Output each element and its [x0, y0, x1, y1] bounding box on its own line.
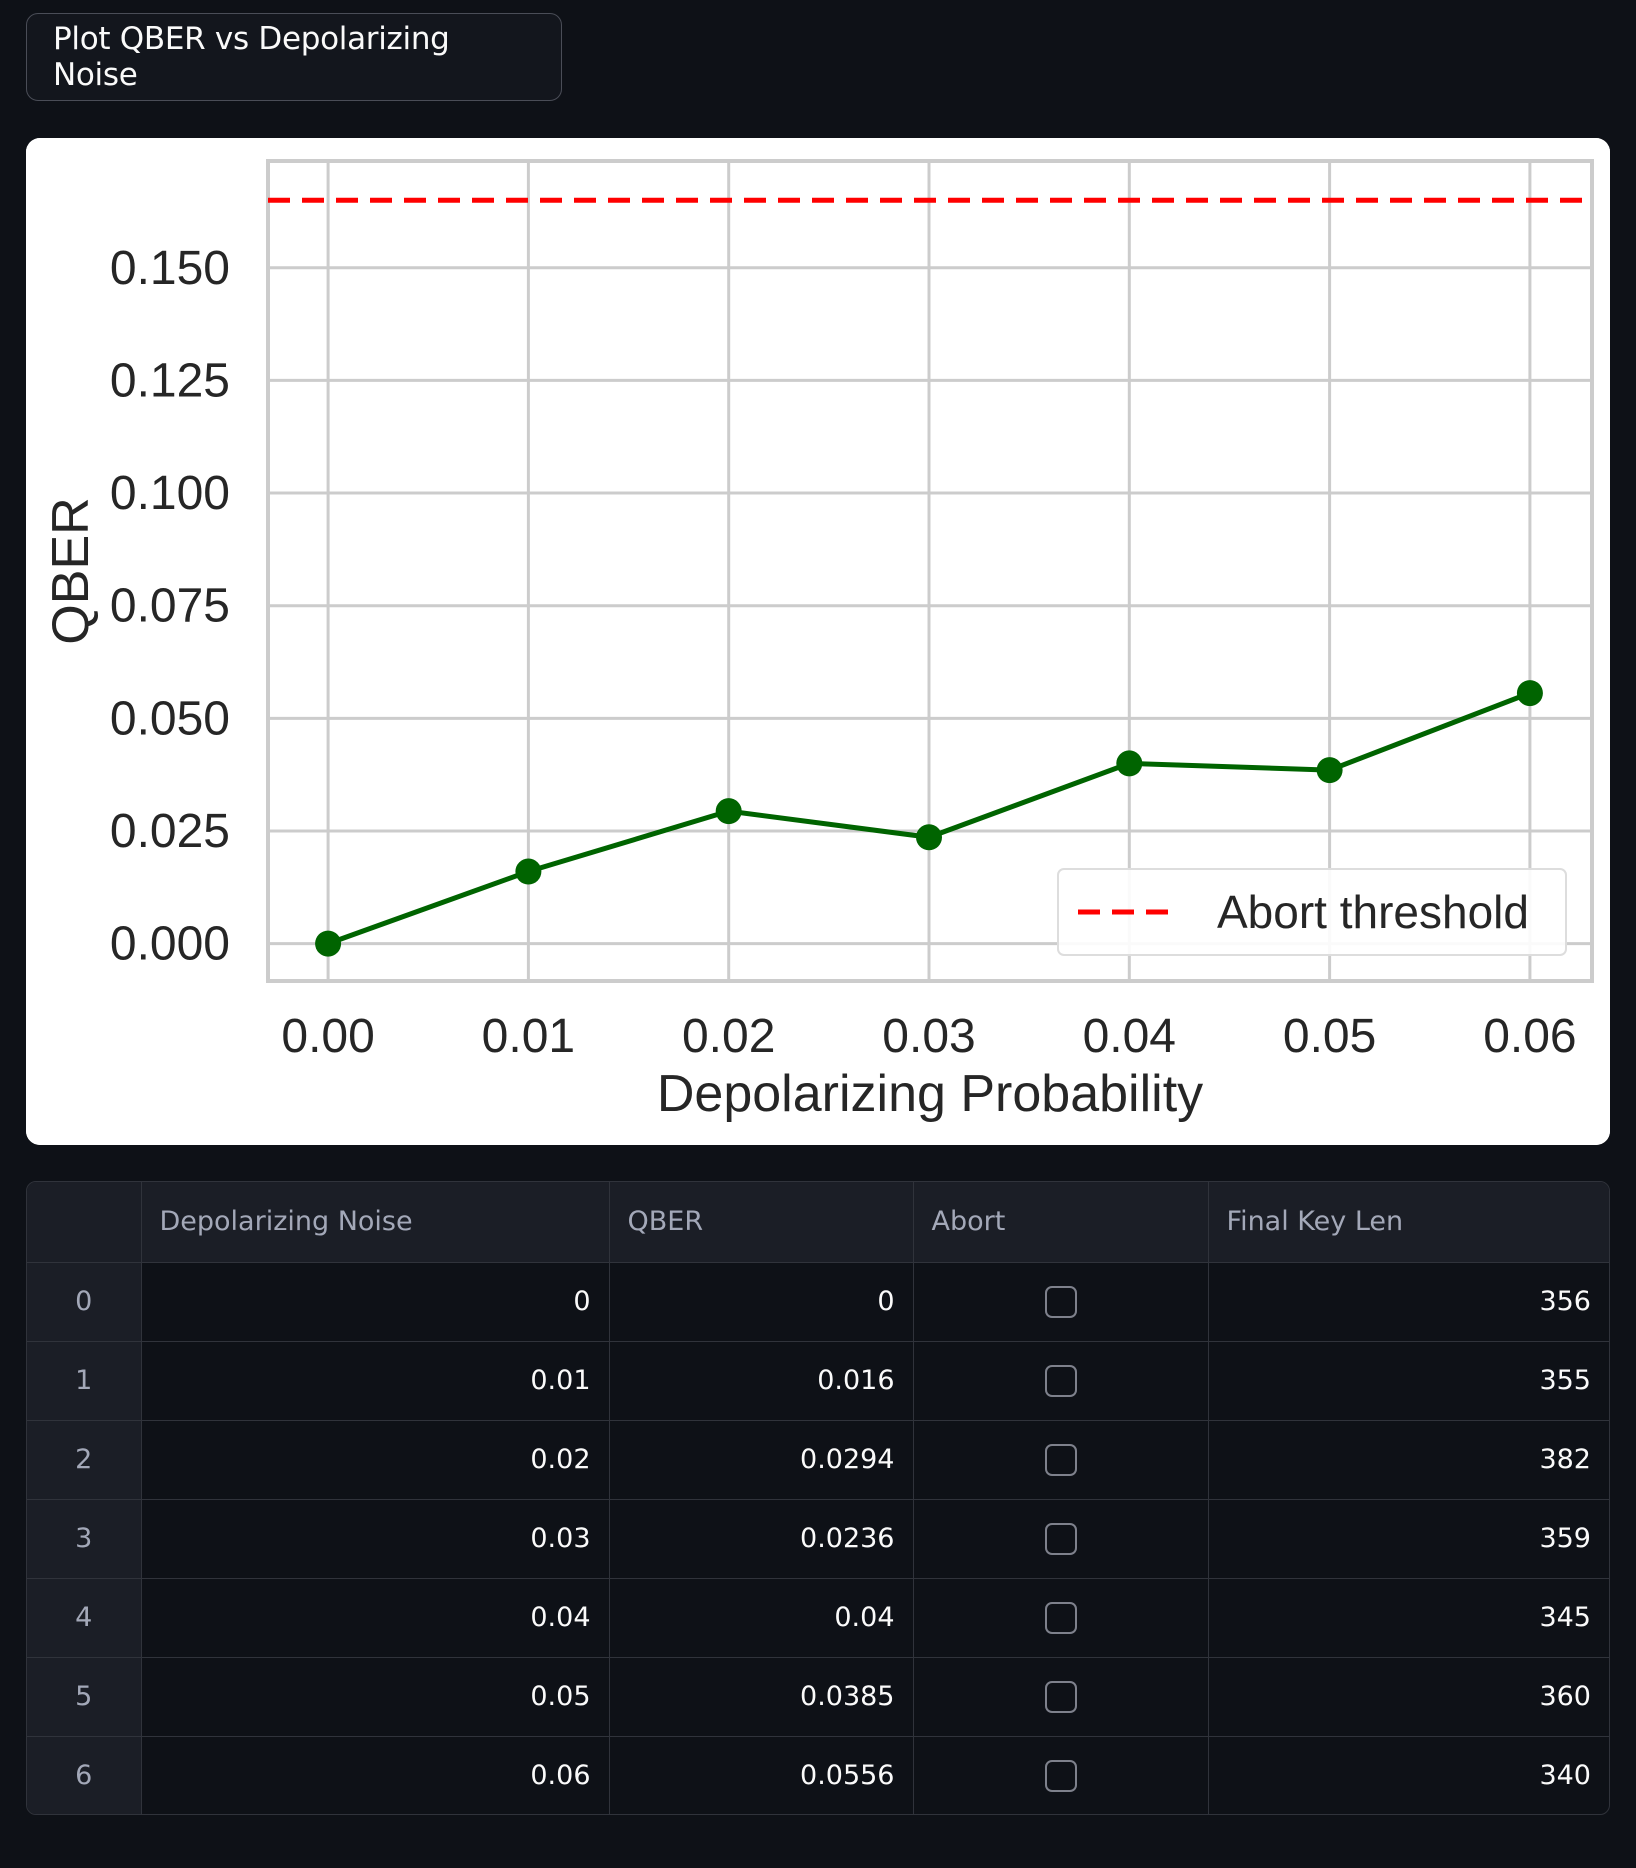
column-header-depolarizing-noise[interactable]: Depolarizing Noise [141, 1182, 610, 1263]
qber-cell[interactable]: 0 [609, 1262, 914, 1342]
noise-cell[interactable]: 0.03 [141, 1499, 610, 1579]
row-index: 4 [27, 1578, 142, 1658]
row-index: 2 [27, 1420, 142, 1500]
qber-cell[interactable]: 0.0556 [609, 1736, 914, 1814]
key-len-cell[interactable]: 382 [1208, 1420, 1609, 1500]
abort-checkbox[interactable] [1044, 1680, 1077, 1713]
x-tick-label: 0.04 [1083, 1010, 1176, 1063]
x-tick-label: 0.06 [1483, 1010, 1576, 1063]
row-index: 1 [27, 1341, 142, 1421]
noise-cell[interactable]: 0.02 [141, 1420, 610, 1500]
key-len-cell[interactable]: 345 [1208, 1578, 1609, 1658]
y-axis-label: QBER [42, 497, 100, 644]
column-header-abort[interactable]: Abort [913, 1182, 1209, 1263]
abort-checkbox[interactable] [1044, 1522, 1077, 1555]
abort-checkbox[interactable] [1044, 1601, 1077, 1634]
x-tick-label: 0.01 [482, 1010, 575, 1063]
key-len-cell[interactable]: 355 [1208, 1341, 1609, 1421]
key-len-cell[interactable]: 360 [1208, 1657, 1609, 1737]
y-tick-label: 0.025 [110, 805, 230, 858]
qber-data-point[interactable] [715, 798, 742, 825]
x-tick-label: 0.05 [1283, 1010, 1376, 1063]
key-len-cell[interactable]: 359 [1208, 1499, 1609, 1579]
abort-cell[interactable] [913, 1262, 1209, 1342]
qber-chart: 0.000 0.025 0.050 0.075 0.100 0.125 0.150 0.00 0… [26, 138, 1610, 1145]
qber-data-point[interactable] [515, 858, 542, 885]
table-row: 5 0.05 0.0385 360 [27, 1657, 1609, 1737]
y-tick-label: 0.125 [110, 354, 230, 407]
x-tick-label: 0.02 [682, 1010, 775, 1063]
abort-cell[interactable] [913, 1578, 1209, 1658]
column-header-final-key-len[interactable]: Final Key Len [1208, 1182, 1609, 1263]
noise-cell[interactable]: 0 [141, 1262, 610, 1342]
key-len-cell[interactable]: 340 [1208, 1736, 1609, 1814]
chart-svg: 0.000 0.025 0.050 0.075 0.100 0.125 0.150 0.00 0… [26, 138, 1610, 1145]
table-row: 6 0.06 0.0556 340 [27, 1736, 1609, 1814]
abort-cell[interactable] [913, 1341, 1209, 1421]
y-tick-label: 0.100 [110, 467, 230, 520]
column-header-index[interactable] [27, 1182, 142, 1263]
noise-cell[interactable]: 0.04 [141, 1578, 610, 1658]
abort-cell[interactable] [913, 1420, 1209, 1500]
y-tick-label: 0.000 [110, 918, 230, 971]
x-tick-label: 0.00 [281, 1010, 374, 1063]
y-tick-label: 0.050 [110, 692, 230, 745]
qber-cell[interactable]: 0.0385 [609, 1657, 914, 1737]
abort-cell[interactable] [913, 1736, 1209, 1814]
chart-background [26, 138, 1610, 1145]
qber-cell[interactable]: 0.016 [609, 1341, 914, 1421]
qber-data-point[interactable] [1516, 680, 1543, 707]
x-tick-label: 0.03 [882, 1010, 975, 1063]
table-row: 1 0.01 0.016 355 [27, 1341, 1609, 1421]
row-index: 3 [27, 1499, 142, 1579]
table-header-row: Depolarizing Noise QBER Abort Final Key … [27, 1182, 1609, 1263]
results-table[interactable]: Depolarizing Noise QBER Abort Final Key … [26, 1181, 1610, 1815]
table-row: 2 0.02 0.0294 382 [27, 1420, 1609, 1500]
table-row: 4 0.04 0.04 345 [27, 1578, 1609, 1658]
row-index: 0 [27, 1262, 142, 1342]
row-index: 5 [27, 1657, 142, 1737]
noise-cell[interactable]: 0.05 [141, 1657, 610, 1737]
abort-cell[interactable] [913, 1499, 1209, 1579]
qber-cell[interactable]: 0.04 [609, 1578, 914, 1658]
qber-cell[interactable]: 0.0294 [609, 1420, 914, 1500]
y-tick-label: 0.150 [110, 242, 230, 295]
qber-data-point[interactable] [1316, 757, 1343, 784]
qber-cell[interactable]: 0.0236 [609, 1499, 914, 1579]
y-tick-label: 0.075 [110, 580, 230, 633]
legend-label: Abort threshold [1217, 886, 1529, 938]
table-row: 3 0.03 0.0236 359 [27, 1499, 1609, 1579]
noise-cell[interactable]: 0.06 [141, 1736, 610, 1814]
abort-checkbox[interactable] [1044, 1443, 1077, 1476]
table-row: 0 0 0 356 [27, 1262, 1609, 1342]
column-header-qber[interactable]: QBER [609, 1182, 914, 1263]
abort-checkbox[interactable] [1044, 1364, 1077, 1397]
qber-data-point[interactable] [1116, 750, 1143, 777]
plot-qber-button[interactable]: Plot QBER vs Depolarizing Noise [26, 13, 562, 101]
abort-cell[interactable] [913, 1657, 1209, 1737]
x-axis-label: Depolarizing Probability [657, 1065, 1203, 1123]
abort-checkbox[interactable] [1044, 1285, 1077, 1318]
qber-data-point[interactable] [915, 824, 942, 851]
row-index: 6 [27, 1736, 142, 1814]
qber-data-point[interactable] [315, 930, 342, 957]
abort-checkbox[interactable] [1044, 1760, 1077, 1792]
noise-cell[interactable]: 0.01 [141, 1341, 610, 1421]
key-len-cell[interactable]: 356 [1208, 1262, 1609, 1342]
